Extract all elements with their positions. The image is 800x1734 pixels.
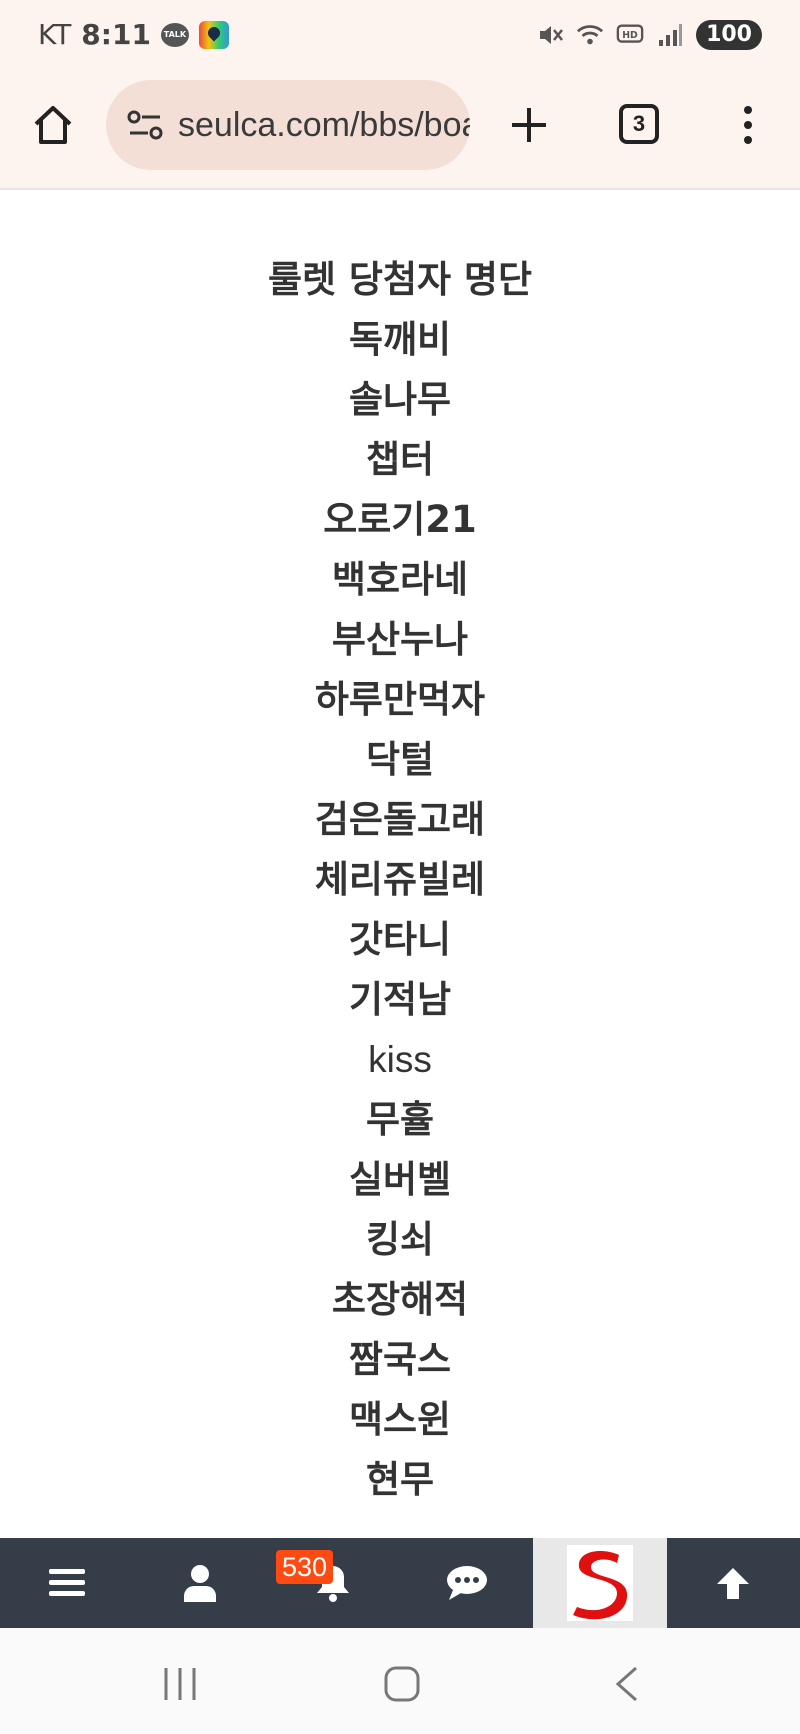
back-icon	[615, 1666, 637, 1702]
list-item: 무휼	[365, 1098, 435, 1141]
list-item: 체리쥬빌레	[314, 858, 486, 901]
list-item: 기적남	[348, 978, 452, 1021]
new-tab-button[interactable]	[506, 102, 552, 148]
site-logo	[566, 1545, 633, 1621]
site-info-icon[interactable]	[126, 107, 164, 143]
clock: 8:11	[81, 18, 151, 51]
user-button[interactable]	[133, 1538, 266, 1628]
browser-toolbar: seulca.com/bbs/board 3	[0, 76, 800, 190]
list-item: 초장해적	[331, 1278, 469, 1321]
list-item: 검은돌고래	[314, 798, 486, 841]
recent-apps-icon	[164, 1668, 196, 1700]
list-item: 부산누나	[331, 618, 469, 661]
list-title: 룰렛 당첨자 명단	[267, 258, 533, 301]
hd-icon: HD	[616, 21, 644, 49]
notification-badge: 530	[276, 1550, 334, 1584]
address-bar[interactable]: seulca.com/bbs/board	[106, 80, 470, 170]
back-button[interactable]	[608, 1664, 648, 1708]
chat-button[interactable]	[400, 1538, 533, 1628]
list-item: 짬국스	[348, 1338, 452, 1381]
list-item: 맥스윈	[348, 1398, 452, 1441]
scroll-top-button[interactable]	[667, 1538, 800, 1628]
menu-icon	[48, 1569, 85, 1596]
list-item: 갓타니	[348, 918, 452, 961]
system-nav-bar	[0, 1628, 800, 1734]
mute-icon	[536, 21, 564, 49]
list-item: 오로기21	[323, 498, 477, 541]
recent-apps-button[interactable]	[160, 1664, 200, 1708]
home-nav-icon	[384, 1666, 420, 1702]
home-button[interactable]	[30, 102, 76, 148]
status-right: HD 100	[536, 20, 762, 50]
svg-text:HD: HD	[622, 30, 638, 41]
list-item: 현무	[365, 1458, 435, 1501]
list-item: 독깨비	[348, 318, 452, 361]
tab-switcher-button[interactable]: 3	[619, 104, 659, 144]
user-icon	[183, 1565, 216, 1602]
list-item: 닥털	[365, 738, 435, 781]
url-text: seulca.com/bbs/board	[178, 105, 470, 144]
arrow-up-icon	[717, 1568, 750, 1599]
list-item: kiss	[368, 1039, 432, 1080]
status-left: KT 8:11 TALK	[38, 18, 229, 51]
wifi-icon	[576, 21, 604, 49]
site-logo-button[interactable]	[533, 1538, 667, 1628]
carrier-label: KT	[38, 18, 72, 51]
more-icon	[744, 106, 752, 144]
talk-icon: TALK	[160, 22, 189, 47]
list-item: 백호라네	[331, 558, 469, 601]
battery-indicator: 100	[696, 20, 762, 50]
list-item: 실버벨	[348, 1158, 452, 1201]
home-nav-button[interactable]	[382, 1664, 422, 1708]
plus-icon	[512, 108, 546, 142]
s-logo-icon	[572, 1551, 628, 1620]
list-item: 챕터	[365, 438, 435, 481]
more-menu-button[interactable]	[728, 102, 768, 148]
list-item: 킹쇠	[365, 1218, 435, 1261]
chat-icon	[446, 1566, 487, 1600]
list-item: 솔나무	[348, 378, 452, 421]
status-bar: KT 8:11 TALK HD 100	[0, 0, 800, 76]
menu-button[interactable]	[0, 1538, 133, 1628]
signal-icon	[656, 21, 684, 49]
list-item: 하루만먹자	[314, 678, 486, 721]
map-icon	[198, 20, 229, 49]
winner-list: 룰렛 당첨자 명단 독깨비 솔나무 챕터 오로기21 백호라네 부산누나 하루만…	[0, 250, 800, 1510]
site-bottom-nav	[0, 1538, 800, 1628]
home-icon	[34, 106, 72, 144]
